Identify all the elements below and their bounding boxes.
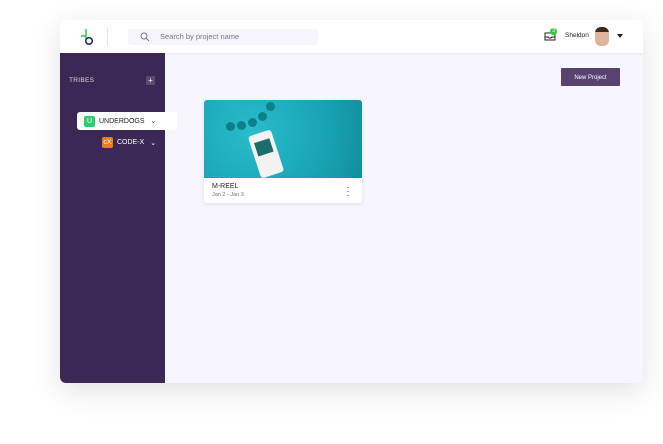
search-input[interactable]: Search by project name (128, 29, 318, 45)
new-project-button[interactable]: New Project (561, 68, 620, 86)
app-window: Search by project name 3 Sheldon TRIBES … (60, 20, 643, 383)
tribe-icon: cX (102, 137, 113, 148)
project-thumbnail (204, 100, 362, 179)
chevron-down-icon[interactable]: ⌄ (150, 139, 156, 147)
user-name[interactable]: Sheldon (565, 32, 589, 39)
project-card[interactable]: M-REEL Jan 2 - Jan 3 · · · (204, 100, 362, 203)
tribe-label: UNDERDOGS (99, 117, 145, 125)
avatar[interactable] (595, 27, 609, 46)
add-tribe-button[interactable]: + (146, 76, 155, 85)
tribes-heading: TRIBES (69, 77, 95, 84)
top-bar: Search by project name 3 Sheldon (60, 20, 643, 53)
more-options-icon[interactable]: · · · (346, 183, 350, 200)
tribe-label: CODE-X (117, 139, 145, 146)
sidebar-item-code-x[interactable]: cX CODE-X ⌄ (102, 137, 156, 148)
search-icon (140, 32, 150, 42)
logo-icon[interactable] (80, 28, 96, 46)
project-dates: Jan 2 - Jan 3 (212, 192, 244, 198)
sidebar-item-underdogs[interactable]: U UNDERDOGS ⌄ (77, 112, 177, 130)
chevron-down-icon[interactable]: ⌄ (151, 117, 157, 125)
project-title: M-REEL (212, 183, 239, 190)
search-placeholder: Search by project name (160, 32, 240, 41)
caret-down-icon[interactable] (617, 34, 623, 38)
divider (107, 28, 108, 46)
sidebar: TRIBES + U UNDERDOGS ⌄ cX CODE-X ⌄ (60, 53, 177, 383)
notification-badge: 3 (550, 28, 557, 35)
tribe-icon: U (84, 115, 95, 127)
